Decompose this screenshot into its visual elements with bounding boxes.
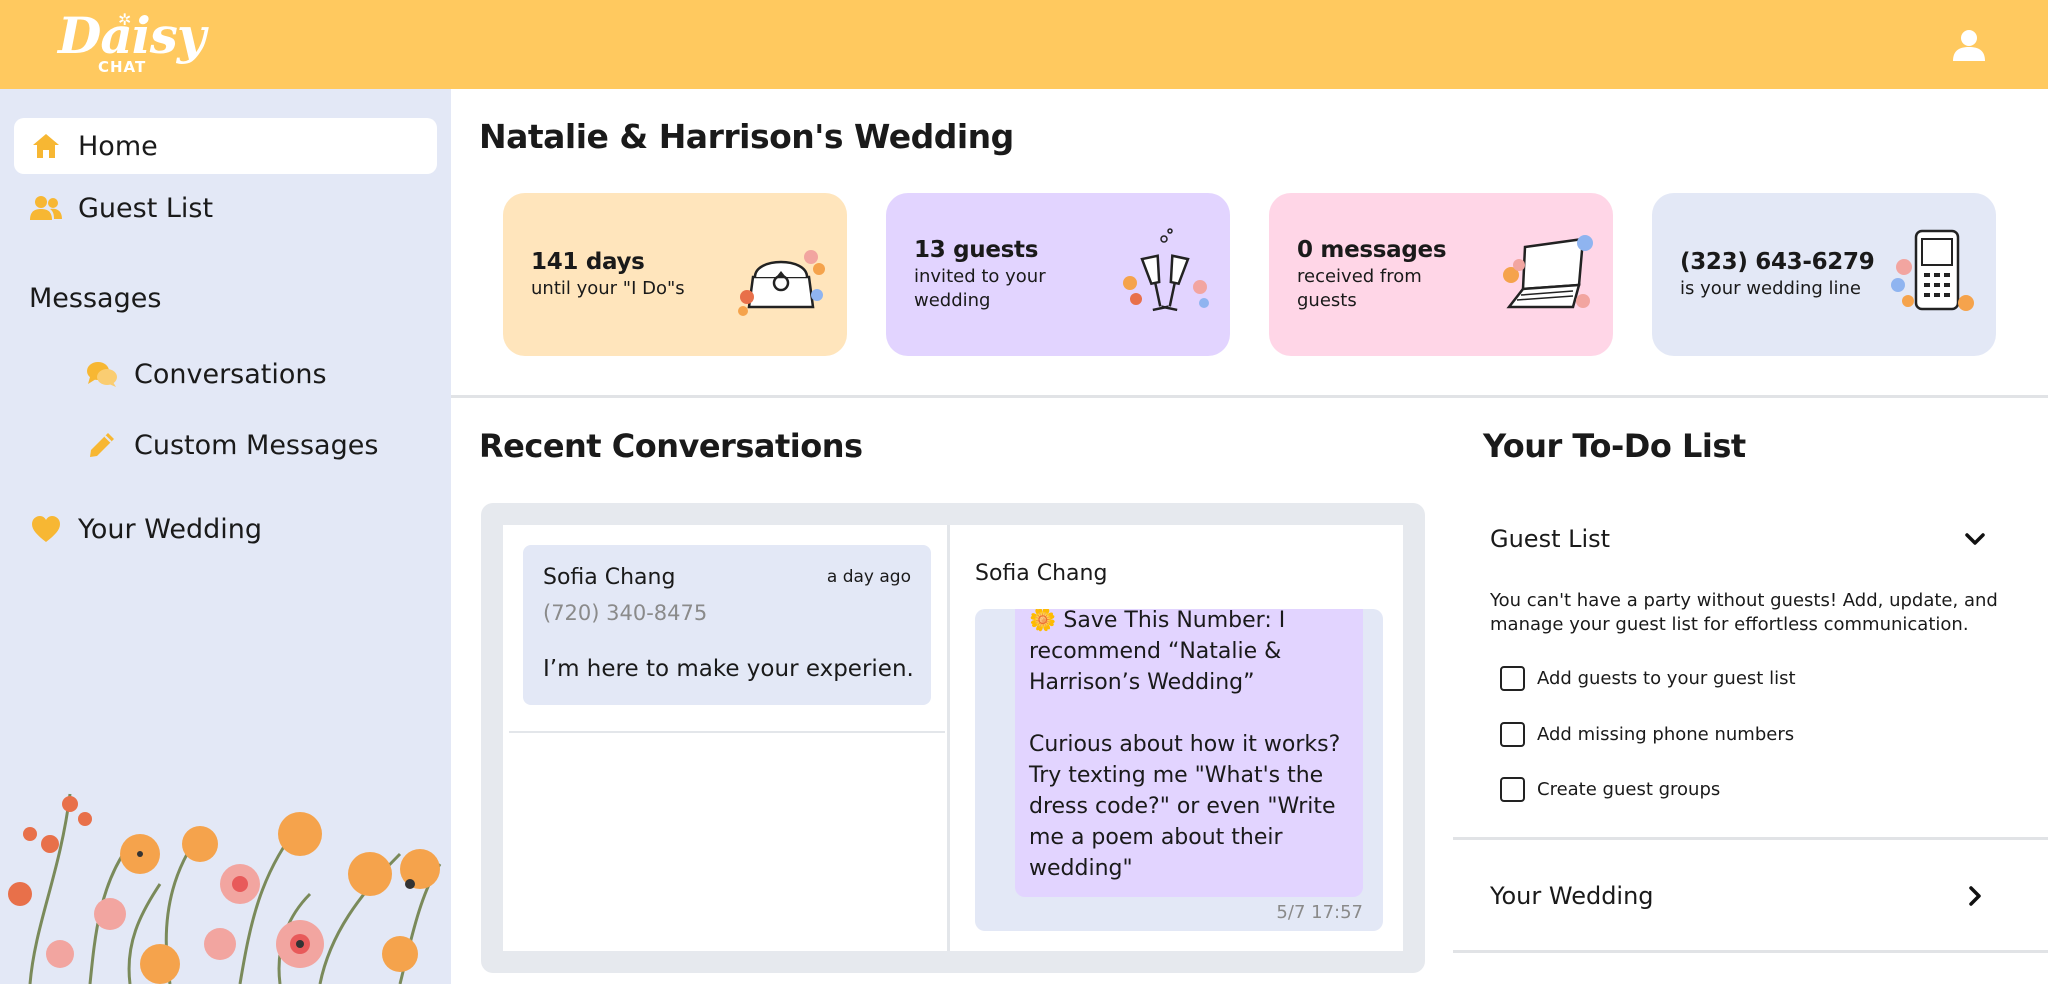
chat-contact-name: Sofia Chang bbox=[975, 561, 1108, 586]
phone-icon bbox=[1882, 227, 1978, 323]
conversation-list: Sofia Chang a day ago (720) 340-8475 I’m… bbox=[503, 525, 950, 951]
card-title: (323) 643-6279 bbox=[1680, 249, 1875, 275]
daisy-chat-logo[interactable]: Daisy ✲ CHAT bbox=[56, 6, 206, 82]
chat-timestamp: 5/7 17:57 bbox=[1276, 902, 1363, 923]
todo-divider bbox=[1453, 950, 2048, 953]
ring-box-icon bbox=[733, 227, 829, 323]
page-title: Natalie & Harrison's Wedding bbox=[479, 117, 1014, 156]
checkbox[interactable] bbox=[1500, 722, 1525, 747]
recent-conversations-title: Recent Conversations bbox=[479, 427, 863, 465]
todo-item-guest-groups[interactable]: Create guest groups bbox=[1500, 777, 1720, 802]
sidebar-item-label: Home bbox=[78, 130, 158, 162]
sidebar-item-label: Custom Messages bbox=[134, 429, 379, 461]
todo-guest-list-header[interactable]: Guest List bbox=[1490, 525, 1610, 553]
logo-daisy-text: Daisy bbox=[58, 6, 206, 65]
chat-pane: Sofia Chang 🌼 Save This Number: I recomm… bbox=[953, 525, 1403, 951]
pencil-icon bbox=[86, 429, 118, 461]
todo-guest-list-description: You can't have a party without guests! A… bbox=[1490, 590, 1998, 635]
todo-divider bbox=[1453, 837, 2048, 840]
conversation-name: Sofia Chang bbox=[543, 565, 676, 590]
todo-item-missing-phones[interactable]: Add missing phone numbers bbox=[1500, 722, 1794, 747]
users-icon bbox=[30, 192, 62, 224]
chevron-down-icon[interactable] bbox=[1962, 526, 1988, 552]
todo-item-label: Add missing phone numbers bbox=[1537, 724, 1795, 745]
sidebar-item-guest-list[interactable]: Guest List bbox=[30, 188, 213, 228]
conversation-item[interactable]: Sofia Chang a day ago (720) 340-8475 I’m… bbox=[523, 545, 931, 705]
sidebar-item-label: Guest List bbox=[78, 192, 214, 224]
guests-card: 13 guests invited to your wedding bbox=[886, 193, 1230, 356]
todo-list-title: Your To-Do List bbox=[1483, 427, 1746, 465]
todo-item-add-guests[interactable]: Add guests to your guest list bbox=[1500, 666, 1796, 691]
chat-thread[interactable]: 🌼 Save This Number: I recommend “Natalie… bbox=[975, 609, 1383, 931]
card-subtitle: is your wedding line bbox=[1680, 278, 1861, 299]
home-icon bbox=[30, 130, 62, 162]
checkbox[interactable] bbox=[1500, 777, 1525, 802]
laptop-icon bbox=[1499, 227, 1595, 323]
logo-flower-icon: ✲ bbox=[118, 12, 132, 29]
wedding-line-card: (323) 643-6279 is your wedding line bbox=[1652, 193, 1996, 356]
heart-icon bbox=[30, 513, 62, 545]
sidebar-item-your-wedding[interactable]: Your Wedding bbox=[30, 509, 262, 549]
card-title: 0 messages bbox=[1297, 237, 1447, 263]
todo-item-label: Create guest groups bbox=[1537, 779, 1721, 800]
floral-decoration bbox=[0, 774, 451, 984]
checkbox[interactable] bbox=[1500, 666, 1525, 691]
sidebar-item-label: Conversations bbox=[134, 358, 327, 390]
chat-bubbles-icon bbox=[86, 358, 118, 390]
sidebar-item-home[interactable]: Home bbox=[14, 118, 437, 174]
todo-your-wedding-header[interactable]: Your Wedding bbox=[1490, 882, 1654, 910]
countdown-card: 141 days until your "I Do"s bbox=[503, 193, 847, 356]
user-account-icon[interactable] bbox=[1950, 26, 1988, 64]
card-subtitle: until your "I Do"s bbox=[531, 278, 685, 299]
sidebar-item-label: Your Wedding bbox=[78, 513, 262, 545]
sidebar: Home Guest List Messages Conversations C… bbox=[0, 89, 451, 984]
card-title: 141 days bbox=[531, 249, 645, 275]
conversation-phone: (720) 340-8475 bbox=[543, 601, 708, 625]
sidebar-section-messages: Messages bbox=[29, 283, 162, 314]
chat-message: 🌼 Save This Number: I recommend “Natalie… bbox=[1015, 609, 1363, 897]
champagne-glasses-icon bbox=[1116, 227, 1212, 323]
logo-chat-text: CHAT bbox=[98, 58, 147, 76]
list-divider bbox=[509, 731, 945, 733]
conversation-preview: I’m here to make your experien... bbox=[543, 656, 913, 682]
card-subtitle: invited to your wedding bbox=[914, 266, 1046, 311]
sidebar-item-custom-messages[interactable]: Custom Messages bbox=[86, 425, 378, 465]
card-subtitle: received from guests bbox=[1297, 266, 1422, 311]
card-title: 13 guests bbox=[914, 237, 1039, 263]
recent-conversations-panel: Sofia Chang a day ago (720) 340-8475 I’m… bbox=[481, 503, 1425, 973]
top-header: Daisy ✲ CHAT bbox=[0, 0, 2048, 89]
conversations-container: Sofia Chang a day ago (720) 340-8475 I’m… bbox=[503, 525, 1403, 951]
messages-card: 0 messages received from guests bbox=[1269, 193, 1613, 356]
sidebar-item-conversations[interactable]: Conversations bbox=[86, 354, 327, 394]
section-divider bbox=[451, 395, 2048, 398]
conversation-time: a day ago bbox=[826, 567, 911, 587]
chevron-right-icon[interactable] bbox=[1962, 883, 1988, 909]
main-content: Natalie & Harrison's Wedding 141 days un… bbox=[451, 89, 2048, 984]
todo-item-label: Add guests to your guest list bbox=[1537, 668, 1796, 689]
